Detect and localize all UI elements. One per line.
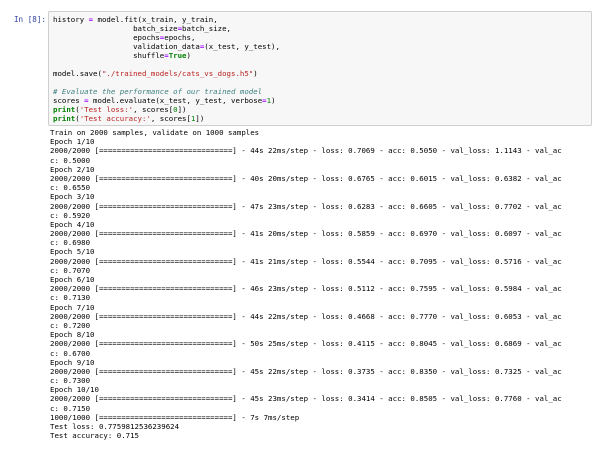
code-token: print xyxy=(53,114,76,123)
output-line: Epoch 3/10 xyxy=(50,192,95,202)
output-line: Train on 2000 samples, validate on 1000 … xyxy=(50,128,260,137)
code-line: # Evaluate the performance of our traine… xyxy=(53,87,587,96)
cell-output: Train on 2000 samples, validate on 1000 … xyxy=(50,128,595,440)
code-token: print xyxy=(53,105,76,114)
code-token: epochs, xyxy=(164,33,196,42)
code-line: epochs=epochs, xyxy=(53,33,587,42)
output-line: Epoch 9/10 xyxy=(50,357,95,367)
code-token: (x_test, y_test), xyxy=(204,42,280,51)
output-line: c: 0.7150 xyxy=(50,403,91,413)
code-token: "./trained_models/cats_vs_dogs.h5" xyxy=(101,69,254,78)
output-line: Test accuracy: 0.715 xyxy=(50,431,139,441)
code-line: batch_size=batch_size, xyxy=(53,24,587,33)
output-line: Epoch 7/10 xyxy=(50,302,95,312)
code-token: 'Test loss:' xyxy=(79,105,134,114)
code-token: ]) xyxy=(177,105,187,114)
output-line: c: 0.7130 xyxy=(50,293,91,303)
code-token: ]) xyxy=(195,114,205,123)
code-token: ) xyxy=(186,51,191,60)
code-line: history = model.fit(x_train, y_train, xyxy=(53,15,587,24)
code-token: # Evaluate the performance of our traine… xyxy=(53,87,263,96)
code-token: scores xyxy=(53,96,85,105)
output-line: Epoch 4/10 xyxy=(50,219,95,229)
output-line: 2000/2000 [=============================… xyxy=(50,146,562,156)
code-token: shuffle xyxy=(53,51,165,60)
output-line: 2000/2000 [=============================… xyxy=(50,201,562,211)
output-line: c: 0.7300 xyxy=(50,376,91,386)
code-line: print('Test loss:', scores[0]) xyxy=(53,105,587,114)
output-line: c: 0.6550 xyxy=(50,183,91,193)
output-line: Test loss: 0.7759812536239624 xyxy=(50,422,180,431)
output-line: c: 0.5000 xyxy=(50,155,91,165)
code-line: shuffle=True) xyxy=(53,51,587,60)
output-line: Epoch 6/10 xyxy=(50,275,95,284)
output-line: c: 0.5920 xyxy=(50,210,91,220)
code-line: validation_data=(x_test, y_test), xyxy=(53,42,587,51)
code-line: model.save("./trained_models/cats_vs_dog… xyxy=(53,69,587,78)
output-line: Epoch 10/10 xyxy=(50,385,99,395)
output-line: 2000/2000 [=============================… xyxy=(50,229,562,239)
code-token: , scores[ xyxy=(133,105,174,114)
code-input-area[interactable]: history = model.fit(x_train, y_train, ba… xyxy=(48,11,592,126)
output-line: 2000/2000 [=============================… xyxy=(50,339,562,349)
output-line: Epoch 2/10 xyxy=(50,164,95,174)
output-line: 2000/2000 [=============================… xyxy=(50,173,562,183)
code-token: history xyxy=(53,15,89,24)
output-line: Epoch 8/10 xyxy=(50,330,95,340)
code-line: print('Test accuracy:', scores[1]) xyxy=(53,114,587,123)
code-token: validation_data xyxy=(53,42,200,51)
code-token: batch_size xyxy=(53,24,178,33)
code-token: 'Test accuracy:' xyxy=(79,114,151,123)
output-line: 2000/2000 [=============================… xyxy=(50,311,562,321)
notebook-cell: In [8]: history = model.fit(x_train, y_t… xyxy=(0,0,600,461)
code-token: model.evaluate(x_test, y_test, verbose xyxy=(88,96,263,105)
output-line: 1000/1000 [=============================… xyxy=(50,412,300,422)
output-line: 2000/2000 [=============================… xyxy=(50,256,562,266)
output-line: 2000/2000 [=============================… xyxy=(50,284,562,294)
code-token: model.fit(x_train, y_train, xyxy=(93,15,218,24)
code-token: model.save( xyxy=(53,69,102,78)
input-prompt: In [8]: xyxy=(13,15,46,24)
output-line: 2000/2000 [=============================… xyxy=(50,366,562,376)
output-line: 2000/2000 [=============================… xyxy=(50,394,562,404)
output-line: c: 0.6980 xyxy=(50,238,91,248)
output-line: Epoch 1/10 xyxy=(50,137,95,147)
code-token: ) xyxy=(271,96,276,105)
code-token: batch_size, xyxy=(182,24,231,33)
output-line: Epoch 5/10 xyxy=(50,247,95,257)
output-line: c: 0.7070 xyxy=(50,265,91,275)
code-line: scores = model.evaluate(x_test, y_test, … xyxy=(53,96,587,105)
code-token: , scores[ xyxy=(150,114,191,123)
code-token: epochs xyxy=(53,33,160,42)
code-token: True xyxy=(168,51,187,60)
output-line: c: 0.7200 xyxy=(50,320,91,330)
output-line: c: 0.6700 xyxy=(50,348,91,358)
code-token: ) xyxy=(253,69,258,78)
